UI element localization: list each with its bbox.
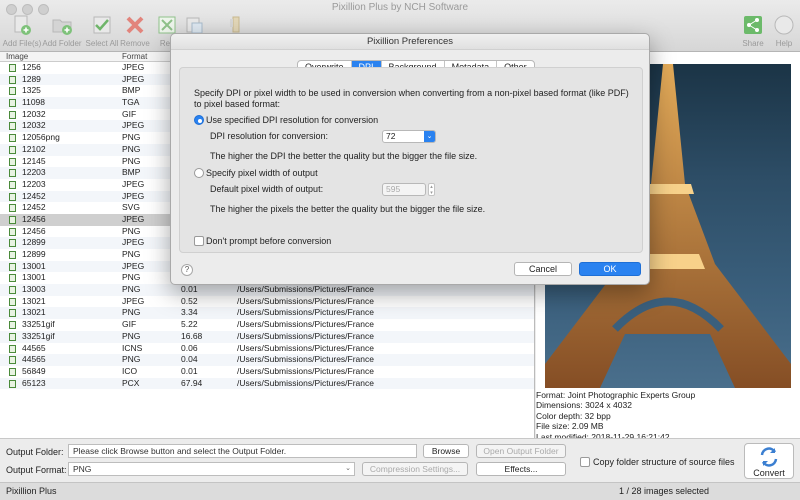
pixel-width-value: 595 bbox=[386, 184, 401, 194]
dont-prompt-checkbox[interactable] bbox=[194, 236, 204, 246]
pixel-width-label: Default pixel width of output: bbox=[210, 184, 324, 194]
pixel-note: The higher the pixels the better the qua… bbox=[210, 204, 486, 214]
pixel-width-stepper-icon[interactable]: ▴ ▾ bbox=[428, 183, 435, 196]
cancel-button[interactable]: Cancel bbox=[514, 262, 572, 276]
dialog-overlay: Pixillion Preferences Overwrite DPI Back… bbox=[0, 0, 800, 500]
radio-pixel-width-label: Specify pixel width of output bbox=[206, 168, 318, 178]
dpi-resolution-label: DPI resolution for conversion: bbox=[210, 131, 329, 141]
radio-pixel-width[interactable] bbox=[194, 168, 204, 178]
ok-button[interactable]: OK bbox=[579, 262, 641, 276]
dont-prompt-label: Don't prompt before conversion bbox=[206, 236, 332, 246]
radio-use-dpi-label: Use specified DPI resolution for convers… bbox=[206, 115, 379, 125]
dpi-note: The higher the DPI the better the qualit… bbox=[210, 151, 478, 161]
radio-use-dpi[interactable] bbox=[194, 115, 204, 125]
dpi-panel: Specify DPI or pixel width to be used in… bbox=[179, 67, 643, 253]
preferences-dialog: Pixillion Preferences Overwrite DPI Back… bbox=[170, 33, 650, 285]
dpi-resolution-select[interactable]: 72 ⌄ bbox=[382, 130, 436, 143]
pixel-width-field[interactable]: 595 bbox=[382, 183, 426, 196]
chevron-down-icon: ⌄ bbox=[424, 131, 435, 142]
dpi-resolution-value: 72 bbox=[386, 131, 396, 141]
dialog-title: Pixillion Preferences bbox=[171, 34, 649, 50]
dpi-intro-text: Specify DPI or pixel width to be used in… bbox=[194, 88, 629, 109]
dialog-help-button[interactable]: ? bbox=[181, 264, 193, 276]
